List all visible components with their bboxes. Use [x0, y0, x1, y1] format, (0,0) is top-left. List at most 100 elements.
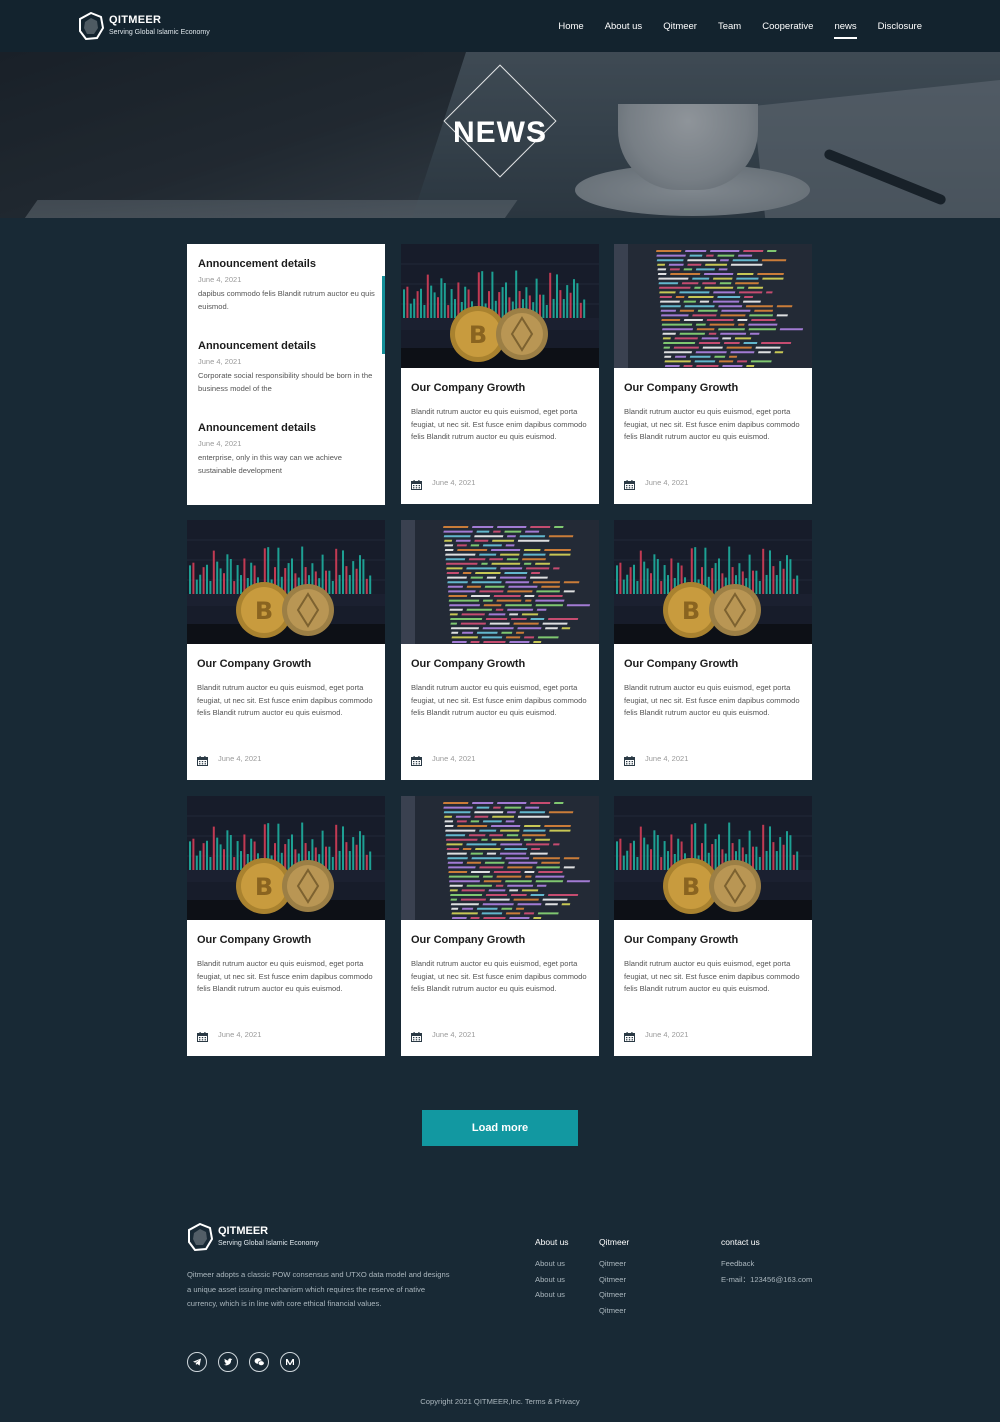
- news-card-date: June 4, 2021: [432, 753, 476, 763]
- news-card-text: Blandit rutrum auctor eu quis euismod, e…: [197, 683, 373, 718]
- load-more-button[interactable]: Load more: [422, 1110, 578, 1146]
- news-card[interactable]: B Our Company Growth Blandit rutrum auctor…: [187, 796, 385, 1056]
- news-card-date: June 4, 2021: [645, 753, 689, 763]
- news-card-title: Our Company Growth: [197, 934, 312, 946]
- footer-logo[interactable]: QITMEER Serving Global Islamic Economy: [187, 1223, 387, 1251]
- announcement-title: Announcement details: [198, 258, 316, 270]
- bitcoin-coins-image: B: [187, 796, 385, 920]
- social-links: [187, 1352, 311, 1372]
- footer-email[interactable]: E-mail：123456@163.com: [721, 1272, 812, 1288]
- announcement-date: June 4, 2021: [198, 275, 242, 284]
- news-card-date: June 4, 2021: [432, 1029, 476, 1039]
- calendar-icon: [624, 753, 635, 766]
- announcement-date: June 4, 2021: [198, 439, 242, 448]
- announcements-scrollbar[interactable]: [382, 276, 385, 354]
- news-card[interactable]: B Our Company Growth Blandit rutrum auctor…: [187, 520, 385, 780]
- news-card[interactable]: Our Company Growth Blandit rutrum auctor …: [401, 796, 599, 1056]
- svg-text:B: B: [682, 873, 700, 901]
- calendar-icon: [411, 1029, 422, 1042]
- news-card-title: Our Company Growth: [624, 934, 739, 946]
- qitmeer-logo-icon: [79, 12, 104, 40]
- announcement-item[interactable]: Announcement details June 4, 2021 enterp…: [198, 422, 376, 477]
- announcement-text: enterprise, only in this way can we achi…: [198, 453, 342, 475]
- announcement-item[interactable]: Announcement details June 4, 2021 Corpor…: [198, 340, 376, 395]
- news-card-meta: June 4, 2021: [197, 752, 262, 766]
- nav-home[interactable]: Home: [558, 18, 583, 35]
- page-title: NEWS: [453, 116, 547, 149]
- news-card[interactable]: Our Company Growth Blandit rutrum auctor …: [614, 244, 812, 504]
- news-card[interactable]: Our Company Growth Blandit rutrum auctor …: [401, 520, 599, 780]
- news-card-meta: June 4, 2021: [411, 1028, 476, 1042]
- news-card-date: June 4, 2021: [218, 753, 262, 763]
- news-card-text: Blandit rutrum auctor eu quis euismod, e…: [624, 407, 800, 442]
- news-card-date: June 4, 2021: [645, 1029, 689, 1039]
- nav-cooperative[interactable]: Cooperative: [762, 18, 813, 35]
- footer-link[interactable]: Qitmeer: [599, 1303, 629, 1319]
- code-screen-image: [614, 244, 812, 368]
- announcement-item[interactable]: Announcement details June 4, 2021 dapibu…: [198, 258, 376, 313]
- bitcoin-coins-image: B: [187, 520, 385, 644]
- footer-link[interactable]: Qitmeer: [599, 1272, 629, 1288]
- footer-column-heading: Qitmeer: [599, 1237, 630, 1247]
- nav-qitmeer[interactable]: Qitmeer: [663, 18, 697, 35]
- news-card-date: June 4, 2021: [218, 1029, 262, 1039]
- news-card-text: Blandit rutrum auctor eu quis euismod, e…: [624, 683, 800, 718]
- calendar-icon: [197, 1029, 208, 1042]
- footer-link[interactable]: About us: [535, 1287, 569, 1303]
- announcement-title: Announcement details: [198, 340, 316, 352]
- news-card-date: June 4, 2021: [645, 477, 689, 487]
- copyright-text: Copyright 2021 QITMEER,Inc. Terms & Priv…: [420, 1397, 580, 1406]
- footer-column-contact: contact us Feedback E-mail：123456@163.co…: [721, 1237, 812, 1287]
- footer-column-heading: About us: [535, 1237, 569, 1247]
- twitter-icon[interactable]: [218, 1352, 238, 1372]
- nav-disclosure[interactable]: Disclosure: [878, 18, 922, 35]
- brand-tagline: Serving Global Islamic Economy: [109, 29, 210, 36]
- footer-column-heading: contact us: [721, 1237, 760, 1247]
- hero-banner: NEWS: [0, 52, 1000, 218]
- news-card-text: Blandit rutrum auctor eu quis euismod, e…: [411, 683, 587, 718]
- bitcoin-coins-image: B: [614, 520, 812, 644]
- news-card-text: Blandit rutrum auctor eu quis euismod, e…: [624, 959, 800, 994]
- news-card-title: Our Company Growth: [411, 382, 526, 394]
- nav-about-us[interactable]: About us: [605, 18, 643, 35]
- nav-news[interactable]: news: [834, 18, 857, 39]
- footer-link[interactable]: About us: [535, 1256, 569, 1272]
- news-card-title: Our Company Growth: [411, 658, 526, 670]
- telegram-icon[interactable]: [187, 1352, 207, 1372]
- news-card-meta: June 4, 2021: [624, 752, 689, 766]
- calendar-icon: [624, 1029, 635, 1042]
- news-card-title: Our Company Growth: [197, 658, 312, 670]
- bitcoin-coins-image: B: [401, 244, 599, 368]
- bitcoin-coins-image: B: [614, 796, 812, 920]
- news-card-date: June 4, 2021: [432, 477, 476, 487]
- news-card-text: Blandit rutrum auctor eu quis euismod, e…: [411, 407, 587, 442]
- footer-link-feedback[interactable]: Feedback: [721, 1256, 812, 1272]
- code-screen-image: [401, 520, 599, 644]
- news-card[interactable]: B Our Company Growth Blandit rutrum auctor…: [614, 520, 812, 780]
- medium-icon[interactable]: [280, 1352, 300, 1372]
- wechat-icon[interactable]: [249, 1352, 269, 1372]
- nav-team[interactable]: Team: [718, 18, 741, 35]
- news-card[interactable]: B Our Company Growth Blandit rutrum auctor…: [401, 244, 599, 504]
- announcements-panel: Announcement details June 4, 2021 dapibu…: [187, 244, 385, 505]
- news-card-meta: June 4, 2021: [624, 1028, 689, 1042]
- news-card-meta: June 4, 2021: [197, 1028, 262, 1042]
- calendar-icon: [411, 477, 422, 490]
- announcement-text: Corporate social responsibility should b…: [198, 371, 373, 393]
- news-card-text: Blandit rutrum auctor eu quis euismod, e…: [197, 959, 373, 994]
- announcement-date: June 4, 2021: [198, 357, 242, 366]
- site-header: QITMEER Serving Global Islamic Economy H…: [0, 0, 1000, 52]
- footer-link[interactable]: Qitmeer: [599, 1256, 629, 1272]
- code-screen-image: [401, 796, 599, 920]
- footer-link[interactable]: Qitmeer: [599, 1287, 629, 1303]
- calendar-icon: [411, 753, 422, 766]
- svg-text:B: B: [255, 873, 273, 901]
- news-card[interactable]: B Our Company Growth Blandit rutrum auctor…: [614, 796, 812, 1056]
- news-card-title: Our Company Growth: [411, 934, 526, 946]
- news-card-title: Our Company Growth: [624, 658, 739, 670]
- news-card-title: Our Company Growth: [624, 382, 739, 394]
- brand-logo[interactable]: QITMEER Serving Global Islamic Economy: [78, 12, 238, 40]
- svg-text:B: B: [255, 597, 273, 625]
- footer-link[interactable]: About us: [535, 1272, 569, 1288]
- announcement-text: dapibus commodo felis Blandit rutrum auc…: [198, 289, 375, 311]
